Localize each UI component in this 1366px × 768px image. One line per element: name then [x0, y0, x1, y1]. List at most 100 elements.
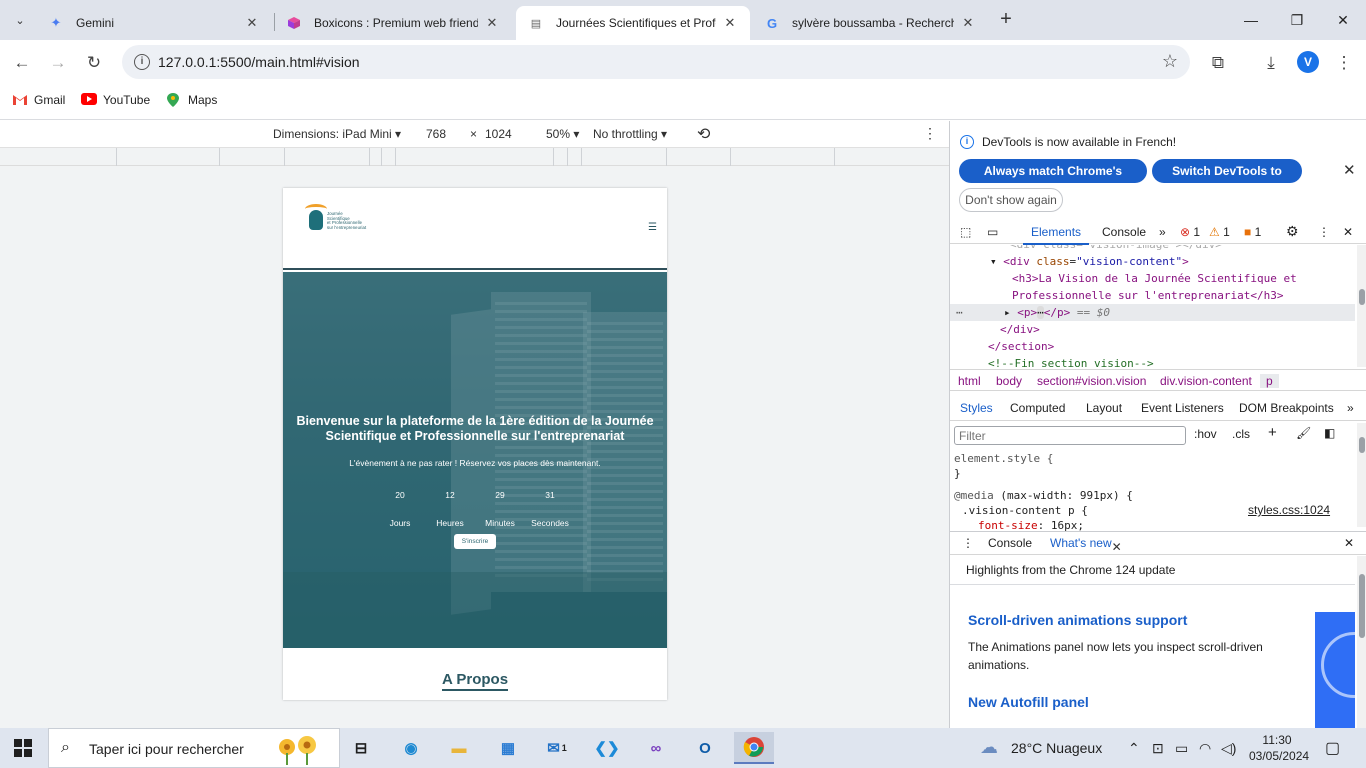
drawer-menu-icon[interactable]: ⋮	[962, 536, 974, 550]
issues-badge[interactable]: ■ 1	[1244, 225, 1261, 239]
switch-french-button[interactable]: Switch DevTools to French	[1152, 159, 1302, 202]
tab-search-chevron-icon[interactable]: ⌄	[8, 8, 32, 32]
visual-studio-icon[interactable]: ∞	[636, 732, 676, 764]
tab-styles[interactable]: Styles	[960, 401, 993, 415]
bookmark-star-icon[interactable]: ☆	[1162, 51, 1178, 72]
url-text[interactable]: 127.0.0.1:5500/main.html#vision	[158, 54, 360, 70]
dom-line-p[interactable]: ▸ <p>⋯</p> == $0	[1004, 304, 1110, 321]
dom-tree[interactable]: <div class="vision-image"></div> ▾ <div …	[950, 245, 1355, 367]
wifi-icon[interactable]: ◠	[1199, 740, 1211, 757]
close-tab-icon[interactable]: ✕	[484, 15, 500, 31]
cls-toggle[interactable]: .cls	[1232, 427, 1250, 441]
device-more-icon[interactable]: ⋮	[923, 125, 937, 142]
tab-event-listeners[interactable]: Event Listeners	[1141, 401, 1224, 415]
tab-gemini[interactable]: ✦ Gemini ✕	[36, 6, 272, 40]
dont-show-again-button[interactable]: Don't show again	[959, 188, 1063, 212]
devtools-menu-icon[interactable]: ⋮	[1318, 225, 1330, 239]
task-view-icon[interactable]: ⊟	[341, 732, 381, 764]
crumb-section[interactable]: section#vision.vision	[1037, 374, 1146, 388]
source-link[interactable]: styles.css:1024	[1248, 503, 1330, 518]
tab-journees-active[interactable]: ▤ Journées Scientifiques et Profess ✕	[516, 6, 750, 40]
extensions-icon[interactable]: ⧉	[1203, 48, 1233, 78]
device-width-input[interactable]: 768	[426, 127, 446, 141]
store-icon[interactable]: ▦	[488, 732, 528, 764]
tab-dom-breakpoints[interactable]: DOM Breakpoints	[1239, 401, 1334, 415]
tray-chevron-icon[interactable]: ⌃	[1128, 740, 1140, 757]
tab-console[interactable]: Console	[1102, 225, 1146, 239]
download-icon[interactable]: ⤓	[1256, 48, 1286, 78]
taskbar-search-placeholder[interactable]: Taper ici pour rechercher	[89, 741, 244, 757]
hov-toggle[interactable]: :hov	[1194, 427, 1217, 441]
close-tab-icon[interactable]: ✕	[722, 15, 738, 31]
inspect-element-icon[interactable]: ⬚	[960, 225, 971, 239]
match-language-button[interactable]: Always match Chrome's language	[959, 159, 1147, 202]
site-info-icon[interactable]: i	[134, 54, 150, 70]
weather-text[interactable]: 28°C Nuageux	[1011, 740, 1102, 756]
close-tab-icon[interactable]: ✕	[244, 15, 260, 31]
back-button[interactable]: ←	[7, 48, 37, 78]
edge-icon[interactable]: ◉	[391, 732, 431, 764]
media-query-ruler[interactable]	[0, 148, 949, 166]
dom-line-div-close[interactable]: </div>	[1000, 321, 1040, 338]
battery-icon[interactable]: ▭	[1175, 740, 1188, 757]
close-window-button[interactable]: ✕	[1320, 0, 1366, 40]
zoom-select[interactable]: 50% ▾	[546, 127, 579, 141]
device-dimensions-select[interactable]: Dimensions: iPad Mini ▾	[273, 127, 401, 141]
crumb-div[interactable]: div.vision-content	[1160, 374, 1252, 388]
crumb-html[interactable]: html	[958, 374, 981, 388]
settings-gear-icon[interactable]: ⚙	[1286, 223, 1299, 240]
styles-filter-input[interactable]	[954, 426, 1186, 445]
warnings-badge[interactable]: ⚠ 1	[1209, 225, 1230, 239]
drawer-tab-console[interactable]: Console	[988, 536, 1032, 550]
minimize-button[interactable]: —	[1228, 0, 1274, 40]
file-explorer-icon[interactable]: ▬	[439, 732, 479, 764]
crumb-p[interactable]: p	[1260, 374, 1279, 388]
volume-icon[interactable]: ◁)	[1221, 740, 1236, 757]
site-logo[interactable]: Journée Scientifique et Professionnelle …	[303, 204, 383, 236]
paint-icon[interactable]: 🖌	[1296, 426, 1311, 440]
bookmark-gmail[interactable]: Gmail	[12, 93, 65, 107]
close-devtools-icon[interactable]: ✕	[1343, 225, 1353, 239]
close-drawer-icon[interactable]: ✕	[1344, 536, 1354, 550]
more-style-tabs-icon[interactable]: »	[1347, 401, 1354, 415]
close-infobar-icon[interactable]: ✕	[1343, 161, 1356, 179]
dom-line-comment[interactable]: <!--Fin section vision-->	[988, 355, 1154, 367]
tab-google-search[interactable]: G sylvère boussamba - Recherche ✕	[752, 6, 988, 40]
dom-line-h3-cont[interactable]: Professionnelle sur l'entreprenariat</h3…	[1012, 287, 1284, 304]
tab-elements[interactable]: Elements	[1022, 225, 1090, 245]
close-tab-icon[interactable]: ✕	[960, 15, 976, 31]
bookmark-youtube[interactable]: YouTube	[81, 93, 150, 107]
dom-line-vision-content[interactable]: ▾ <div class="vision-content">	[990, 253, 1189, 270]
network-device-icon[interactable]: ⊡	[1152, 740, 1164, 757]
rotate-icon[interactable]: ⟲	[697, 124, 710, 144]
new-tab-button[interactable]: +	[994, 8, 1018, 32]
chrome-icon[interactable]	[734, 732, 774, 764]
bookmark-maps[interactable]: Maps	[166, 93, 217, 107]
reload-button[interactable]: ↻	[79, 48, 109, 78]
crumb-body[interactable]: body	[996, 374, 1022, 388]
address-bar[interactable]: i 127.0.0.1:5500/main.html#vision ☆	[122, 45, 1190, 79]
dom-line-h3[interactable]: <h3>La Vision de la Journée Scientifique…	[1012, 270, 1297, 287]
more-tabs-icon[interactable]: »	[1159, 225, 1166, 239]
device-height-input[interactable]: 1024	[485, 127, 512, 141]
taskbar-search[interactable]: ⌕ Taper ici pour rechercher	[48, 728, 340, 768]
weather-cloud-icon[interactable]: ☁	[980, 737, 998, 758]
tab-computed[interactable]: Computed	[1010, 401, 1065, 415]
feature-autofill-link[interactable]: New Autofill panel	[968, 694, 1089, 710]
notifications-icon[interactable]: ▢	[1325, 738, 1340, 758]
throttling-select[interactable]: No throttling ▾	[593, 127, 667, 141]
outlook-icon[interactable]: O	[685, 732, 725, 764]
tab-boxicons[interactable]: Boxicons : Premium web friendly ✕	[274, 6, 512, 40]
menu-kebab-icon[interactable]: ⋮	[1329, 48, 1359, 78]
device-toggle-icon[interactable]: ▭	[987, 225, 998, 239]
system-clock[interactable]: 11:30 03/05/2024	[1249, 732, 1309, 764]
mail-icon[interactable]: ✉ 1	[537, 732, 577, 764]
forward-button[interactable]: →	[43, 48, 73, 78]
profile-avatar[interactable]: V	[1297, 51, 1319, 73]
vscode-icon[interactable]: ❮❯	[587, 732, 627, 764]
hamburger-menu-icon[interactable]: ☰	[648, 222, 657, 233]
dom-ellipsis-icon[interactable]: ⋯	[956, 304, 963, 321]
windows-start-icon[interactable]	[14, 739, 32, 757]
register-button[interactable]: S'inscrire	[454, 534, 496, 549]
new-rule-icon[interactable]: +	[1268, 424, 1277, 441]
